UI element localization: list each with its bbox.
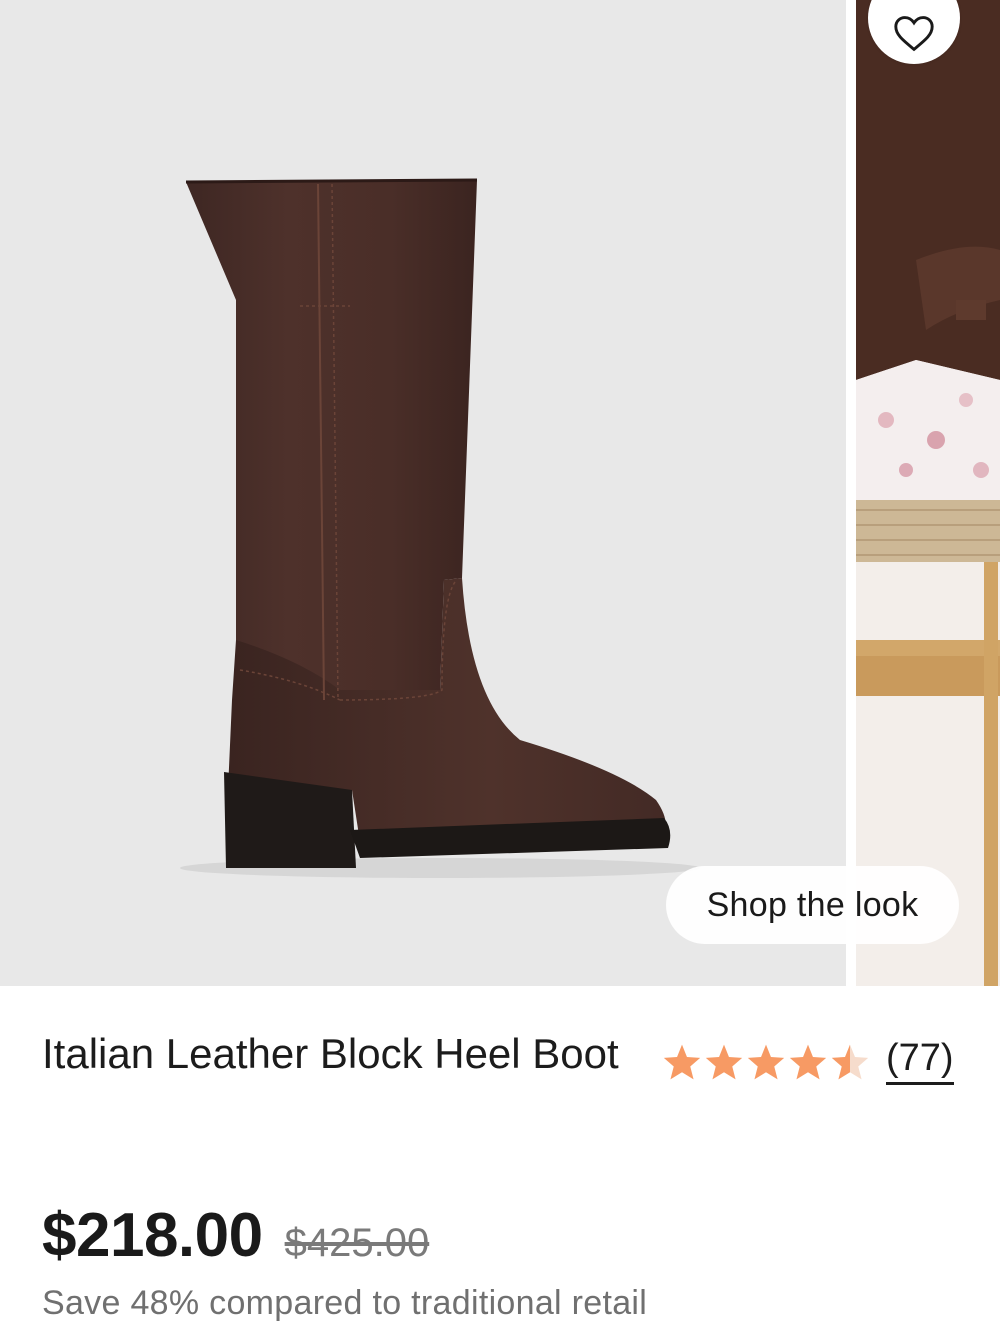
review-count-link[interactable]: (77) — [886, 1038, 954, 1085]
product-rating[interactable]: (77) — [662, 1038, 954, 1085]
star-half-icon — [831, 1044, 869, 1079]
product-title: Italian Leather Block Heel Boot — [42, 1030, 619, 1077]
shop-the-look-button[interactable]: Shop the look — [666, 866, 959, 944]
heart-outline-icon — [894, 16, 934, 52]
model-lifestyle-image — [856, 0, 1000, 986]
star-full-icon — [789, 1044, 827, 1079]
product-info: Italian Leather Block Heel Boot (77) $21… — [0, 986, 1000, 1333]
star-full-icon — [747, 1044, 785, 1079]
product-image-main[interactable] — [0, 0, 846, 986]
star-full-icon — [663, 1044, 701, 1079]
product-image-gallery[interactable]: Shop the look — [0, 0, 1000, 986]
star-full-icon — [705, 1044, 743, 1079]
current-price: $218.00 — [42, 1201, 263, 1270]
price-row: $218.00 $425.00 — [42, 1200, 429, 1271]
compare-price: $425.00 — [284, 1221, 430, 1265]
product-image-secondary[interactable] — [856, 0, 1000, 986]
boot-product-image — [180, 178, 700, 878]
rating-stars — [662, 1043, 870, 1081]
savings-text: Save 48% compared to traditional retail — [42, 1284, 648, 1322]
shop-the-look-label: Shop the look — [706, 885, 919, 924]
